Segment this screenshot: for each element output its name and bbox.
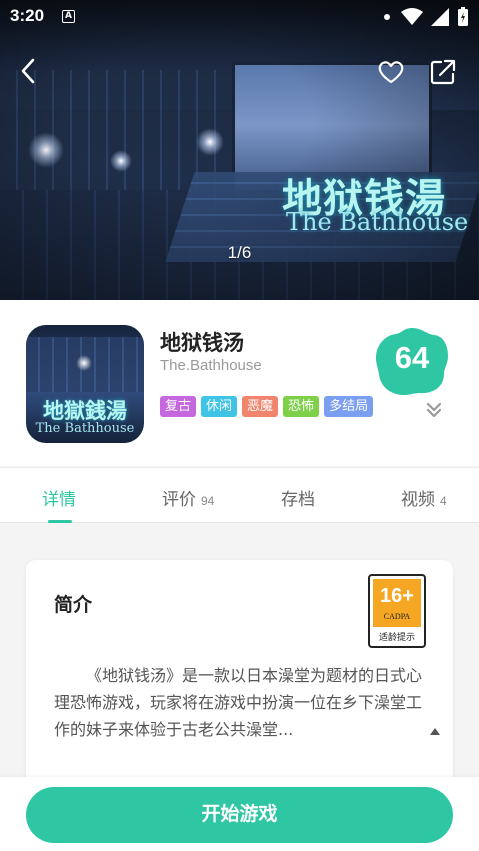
favorite-heart-icon[interactable] [376, 57, 406, 87]
dot-icon [384, 14, 390, 20]
status-bar: 3:20 A [0, 0, 479, 34]
tab-label: 存档 [281, 490, 315, 510]
detail-tabs: 详情 评价 94 存档 视频 4 [0, 467, 479, 523]
tag-chip[interactable]: 复古 [160, 396, 197, 417]
active-tab-indicator [48, 520, 72, 523]
tab-saves[interactable]: 存档 [281, 485, 315, 510]
age-rating-org: CADPA [383, 612, 411, 621]
game-title: 地狱钱汤 [160, 331, 244, 355]
share-icon[interactable] [428, 57, 458, 87]
tab-label: 评价 [162, 490, 196, 510]
app-icon-title-en: The Bathhouse [35, 421, 135, 436]
start-game-button[interactable]: 开始游戏 [26, 787, 453, 843]
expand-triangle-icon[interactable] [429, 726, 441, 736]
banner-title-en: The Bathhouse [286, 208, 469, 236]
tag-list: 复古 休闲 恶魔 恐怖 多结局 [160, 396, 374, 417]
tag-chip[interactable]: 休闲 [201, 396, 238, 417]
battery-icon [458, 7, 468, 26]
status-time: 3:20 [10, 6, 45, 25]
tab-videos[interactable]: 视频 4 [401, 485, 447, 510]
age-rating-value: 16+ [380, 585, 414, 607]
bottom-action-bar: 开始游戏 [0, 777, 479, 851]
score-value: 64 [394, 340, 430, 375]
tab-count: 4 [440, 494, 447, 508]
tab-label: 详情 [42, 490, 76, 510]
intro-card: 简介 16+ CADPA 适龄提示 《地狱钱汤》是一款以日本澡堂为题材的日式心理… [26, 560, 453, 790]
back-arrow-icon[interactable] [14, 56, 44, 86]
age-rating-tip: 适龄提示 [378, 633, 415, 643]
tag-chip[interactable]: 恐怖 [283, 396, 320, 417]
download-arrow-icon[interactable] [424, 400, 444, 420]
intro-description: 《地狱钱汤》是一款以日本澡堂为题材的日式心理恐怖游戏，玩家将在游戏中扮演一位在乡… [54, 666, 423, 739]
signal-icon [431, 8, 449, 26]
game-app-icon: 地獄銭湯 The Bathhouse [26, 325, 144, 443]
screenshot-carousel[interactable]: 地狱钱湯 The Bathhouse 1/6 [0, 0, 479, 300]
tab-reviews[interactable]: 评价 94 [162, 485, 214, 510]
status-icons [381, 7, 469, 27]
tab-details[interactable]: 详情 [42, 485, 76, 510]
carousel-counter: 1/6 [227, 243, 252, 262]
tab-count: 94 [201, 494, 215, 508]
tag-chip[interactable]: 恶魔 [242, 396, 279, 417]
intro-title: 简介 [54, 594, 93, 616]
age-rating-badge: 16+ CADPA 适龄提示 [368, 574, 426, 648]
game-detail-screen: 地狱钱湯 The Bathhouse 1/6 3:20 A 地獄銭湯 The B… [0, 0, 479, 851]
tab-label: 视频 [401, 490, 435, 510]
app-icon-light [76, 355, 92, 371]
wifi-icon [401, 8, 423, 25]
accessibility-icon: A [62, 10, 75, 23]
tag-chip[interactable]: 多结局 [324, 396, 374, 417]
game-subtitle: The.Bathhouse [160, 357, 262, 374]
